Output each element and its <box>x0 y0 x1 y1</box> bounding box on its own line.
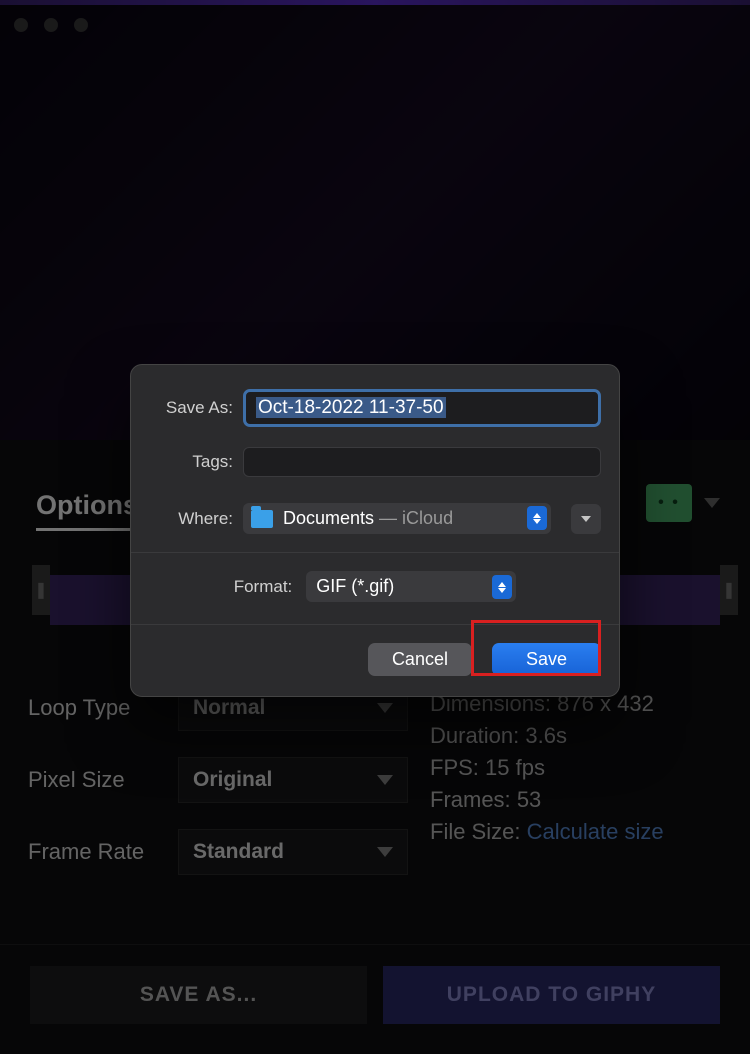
filename-value: Oct-18-2022 11-37-50 <box>256 397 446 418</box>
tags-input[interactable] <box>243 447 601 477</box>
updown-icon <box>492 575 512 599</box>
chevron-down-icon <box>581 516 591 522</box>
save-dialog: Save As: Oct-18-2022 11-37-50 Tags: Wher… <box>130 364 620 697</box>
where-select[interactable]: Documents — iCloud <box>243 503 551 534</box>
cancel-button[interactable]: Cancel <box>368 643 472 676</box>
format-value: GIF (*.gif) <box>316 576 394 596</box>
where-label: Where: <box>149 509 233 529</box>
expand-browser-button[interactable] <box>571 504 601 534</box>
where-folder-suffix: — iCloud <box>374 508 453 528</box>
where-value: Documents — iCloud <box>283 508 453 529</box>
save-as-label: Save As: <box>149 398 233 418</box>
tags-label: Tags: <box>149 452 233 472</box>
filename-input[interactable]: Oct-18-2022 11-37-50 <box>243 389 601 427</box>
updown-icon <box>527 506 547 530</box>
format-select[interactable]: GIF (*.gif) <box>306 571 516 602</box>
where-folder-name: Documents <box>283 508 374 528</box>
format-label: Format: <box>234 577 293 597</box>
save-button[interactable]: Save <box>492 643 601 676</box>
folder-icon <box>251 510 273 528</box>
